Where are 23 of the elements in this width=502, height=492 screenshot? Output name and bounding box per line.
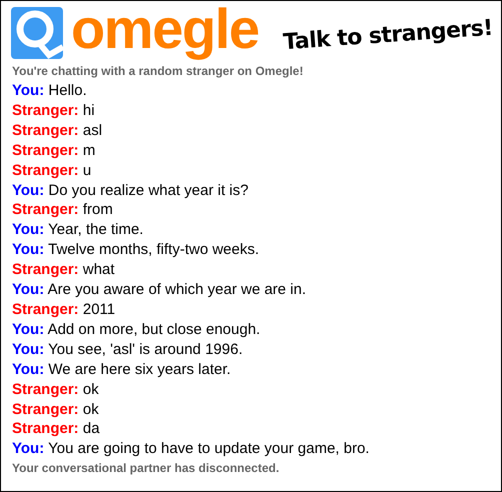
chat-message: Stranger: ok (12, 400, 100, 420)
chat-message: You: Twelve months, fifty-two weeks. (12, 240, 260, 260)
chat-message: You: Hello. (12, 81, 88, 101)
chat-message: Stranger: asl (12, 120, 104, 141)
chat-message: Stranger: 2011 (12, 300, 116, 320)
chat-message: Stranger: ok (12, 380, 100, 400)
chat-message: Stranger: from (12, 200, 114, 220)
chat-message: You: Do you realize what year it is? (12, 180, 250, 200)
tagline: Talk to strangers! (282, 14, 494, 57)
chat-message: You: Are you aware of which year we are in. (12, 280, 308, 300)
chat-message: Stranger: da (12, 419, 101, 440)
chat-message: Stranger: m (12, 140, 96, 161)
chat-message: Stranger: hi (12, 100, 96, 121)
chat-message: Stranger: u (12, 160, 92, 181)
chat-message: You: You are going to have to update your game, bro. (12, 439, 370, 460)
chat-message: You: Year, the time. (12, 220, 144, 240)
chat-message: You: You see, 'asl' is around 1996. (12, 340, 244, 360)
chat-message: You: We are here six years later. (12, 360, 232, 380)
chat-message: You: Add on more, but close enough. (12, 320, 262, 340)
chat-message: Stranger: what (12, 260, 116, 280)
status-text: You're chatting with a random stranger on Omegle! (12, 63, 304, 79)
logo-icon (11, 6, 63, 58)
status-text: Your conversational partner has disconnected. (12, 460, 280, 476)
